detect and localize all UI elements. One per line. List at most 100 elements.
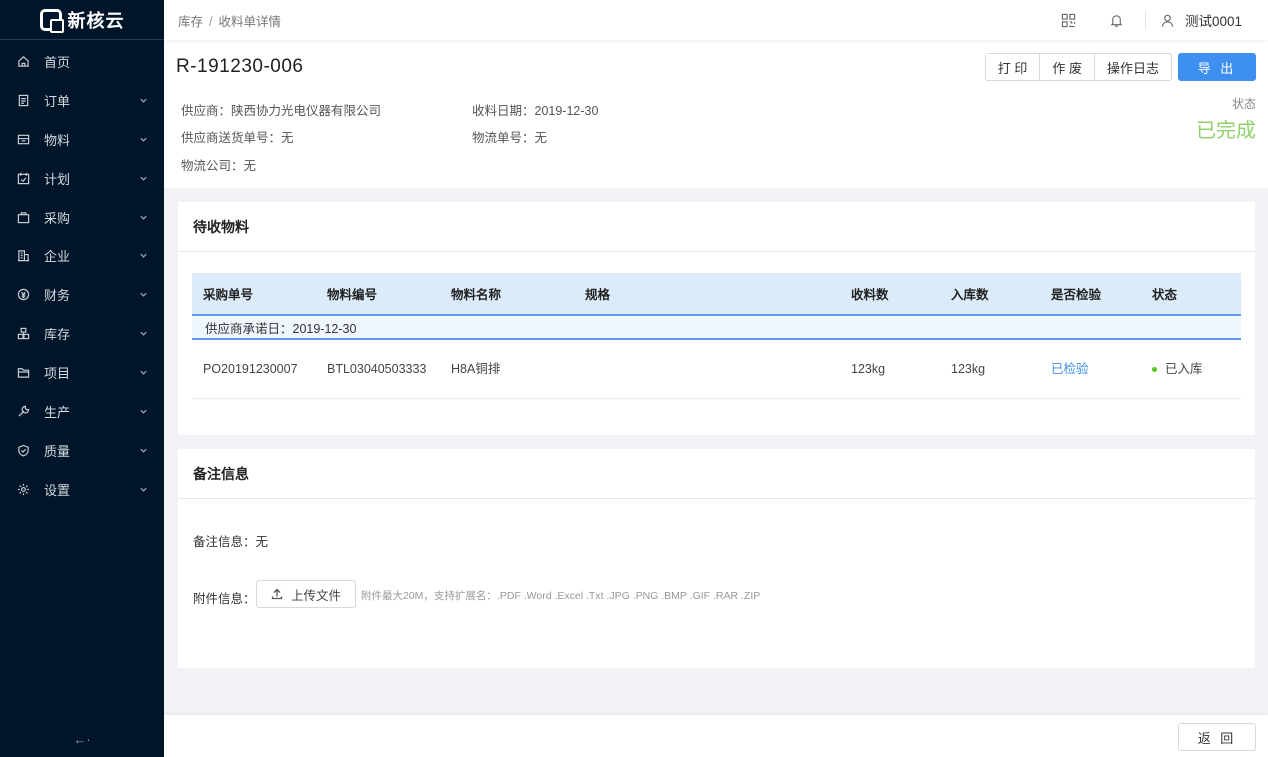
project-icon [16,366,30,380]
user-icon [1161,14,1174,27]
receipt-header: R-191230-006 打 印 作 废 操作日志 导 出 供应商：陕西协力光电… [164,40,1268,188]
sidebar-item-label: 设置 [44,482,71,498]
sidebar-item-label: 项目 [44,366,71,382]
user-menu[interactable]: 测试0001 [1150,10,1254,30]
stocked-qty-cell: 123kg [951,361,986,376]
export-button[interactable]: 导 出 [1178,53,1256,81]
sidebar-item-label: 订单 [44,93,71,109]
column-header: 物料名称 [451,288,502,302]
logo[interactable]: 新核云 [0,0,164,40]
remark-text: 备注信息：无 [193,535,269,549]
upload-hint: 附件最大20M，支持扩展名：.PDF .Word .Excel .Txt .JP… [361,590,761,602]
table-header: 采购单号 物料编号 物料名称 规格 收料数 入库数 是否检验 状态 [192,273,1241,316]
status-badge: 已完成 [1196,120,1256,142]
inspected-link[interactable]: 已检验 [1051,362,1089,376]
sidebar-item-inventory[interactable]: 库存 [0,314,164,353]
bell-icon[interactable] [1093,0,1141,40]
logistics-no-field: 物流单号：无 [472,131,548,145]
card-title: 待收物料 [178,202,1255,252]
supplier-field: 供应商：陕西协力光电仪器有限公司 [181,104,382,118]
column-header: 采购单号 [203,288,254,302]
upload-file-button[interactable]: 上传文件 [256,580,357,608]
sidebar-item-quality[interactable]: 质量 [0,431,164,470]
topbar-actions: 测试0001 [1045,0,1254,40]
sidebar-item-settings[interactable]: 设置 [0,470,164,509]
chevron-down-icon [139,248,148,263]
order-icon [16,93,30,107]
operation-log-button[interactable]: 操作日志 [1093,53,1172,81]
back-button[interactable]: 返 回 [1178,723,1256,751]
print-button[interactable]: 打 印 [984,53,1041,81]
sidebar-item-materials[interactable]: 物料 [0,120,164,159]
chevron-down-icon [139,287,148,302]
status-label: 状态 [1231,97,1256,111]
sidebar-item-project[interactable]: 项目 [0,353,164,392]
table-row: PO20191230007 BTL03040503333 H8A铜排 123kg… [192,340,1241,399]
footer-bar: 返 回 [164,715,1268,757]
void-button[interactable]: 作 废 [1039,53,1095,81]
production-icon [16,404,30,418]
chevron-down-icon [139,171,148,186]
sidebar-item-production[interactable]: 生产 [0,392,164,431]
sidebar-item-label: 财务 [44,288,71,304]
group-row: 供应商承诺日：2019-12-30 [192,316,1241,340]
material-icon [16,132,30,146]
logo-text: 新核云 [67,10,125,31]
card-title: 备注信息 [178,449,1255,499]
sidebar-item-plan[interactable]: 计划 [0,159,164,198]
column-header: 规格 [585,288,611,302]
breadcrumb-separator: / [209,14,213,29]
sidebar-item-home[interactable]: 首页 [0,42,164,81]
qrcode-icon[interactable] [1045,0,1093,40]
column-header: 是否检验 [1051,288,1102,302]
enterprise-icon [16,249,30,263]
sidebar-item-purchase[interactable]: 采购 [0,198,164,237]
breadcrumb-item-inventory[interactable]: 库存 [178,15,203,29]
supplier-delivery-no-field: 供应商送货单号：无 [181,131,294,145]
finance-icon [16,288,30,302]
chevron-down-icon [139,443,148,458]
sidebar-item-label: 企业 [44,249,71,265]
column-header: 入库数 [951,288,989,302]
chevron-down-icon [139,365,148,380]
breadcrumb-item-current: 收料单详情 [218,14,282,29]
sidebar-item-label: 质量 [44,443,71,459]
notes-card: 备注信息 备注信息：无 附件信息： 上传文件 附件最大20M，支持扩展名：.PD… [178,449,1255,668]
column-header: 状态 [1152,288,1178,302]
sidebar-item-label: 生产 [44,404,71,420]
upload-label: 上传文件 [291,588,342,603]
po-number-cell: PO20191230007 [203,361,298,376]
chevron-down-icon [139,93,148,108]
inspection-cell: 已检验 [1040,361,1141,378]
sidebar-item-label: 采购 [44,210,71,226]
collapse-sidebar-button[interactable]: ←· [0,732,164,747]
chevron-down-icon [139,482,148,497]
topbar: 库存 / 收料单详情 测试0001 [164,0,1268,40]
materials-table: 采购单号 物料编号 物料名称 规格 收料数 入库数 是否检验 状态 供应商承诺日… [192,273,1241,399]
sidebar-item-finance[interactable]: 财务 [0,275,164,314]
sidebar-item-orders[interactable]: 订单 [0,81,164,120]
sidebar-item-enterprise[interactable]: 企业 [0,236,164,275]
sidebar: 新核云 首页 订单 物料 计划 采购 企业 财务 库存 项目 生产 质量 设置 … [0,0,164,757]
chevron-down-icon [139,210,148,225]
receive-date-field: 收料日期：2019-12-30 [472,104,599,118]
upload-icon [271,588,283,600]
logistics-company-field: 物流公司：无 [181,159,257,173]
chevron-down-icon [139,132,148,147]
sidebar-item-label: 库存 [44,327,71,343]
material-name-cell: H8A铜排 [451,361,501,376]
action-button-group: 打 印 作 废 操作日志 [984,53,1172,81]
divider [1144,11,1146,29]
logo-icon [39,8,64,33]
plan-icon [16,171,30,185]
chevron-down-icon [139,404,148,419]
column-header: 物料编号 [327,288,378,302]
sidebar-item-label: 首页 [44,54,71,70]
pending-materials-card: 待收物料 采购单号 物料编号 物料名称 规格 收料数 入库数 是否检验 状态 供… [178,202,1255,435]
home-icon [16,54,30,68]
settings-icon [16,482,30,496]
page-title: R-191230-006 [176,56,304,77]
user-name: 测试0001 [1184,14,1242,29]
quality-icon [16,443,30,457]
header-actions: 打 印 作 废 操作日志 导 出 [984,53,1256,81]
